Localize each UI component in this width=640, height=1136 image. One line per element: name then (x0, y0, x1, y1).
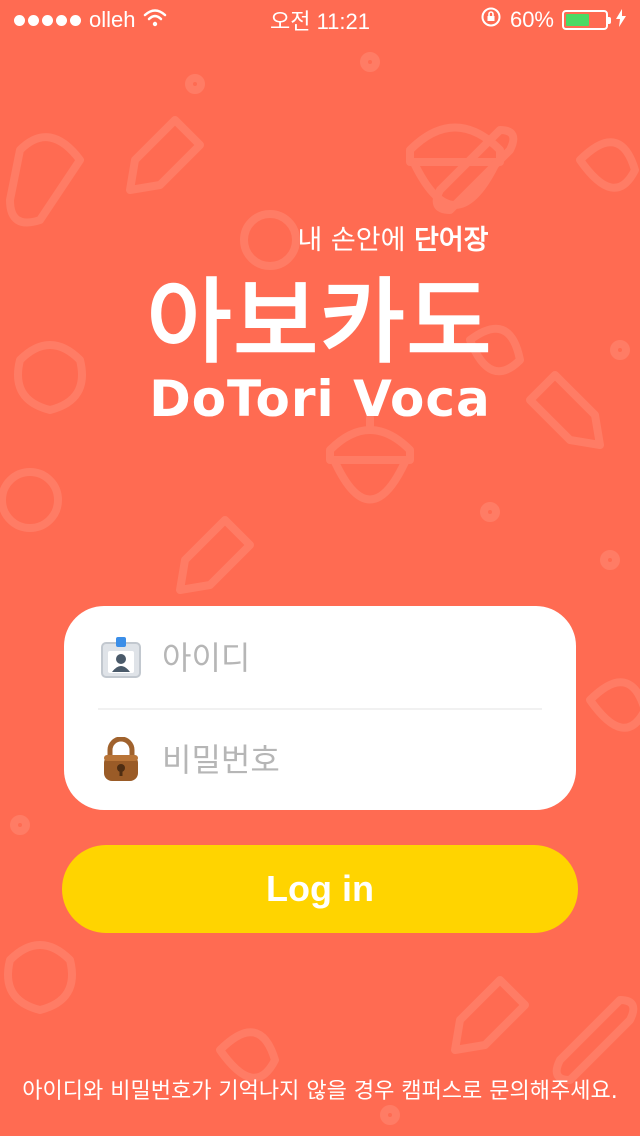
password-field[interactable] (64, 710, 576, 810)
status-bar: olleh 오전 11:21 60% (0, 0, 640, 40)
rotation-lock-icon (480, 6, 502, 34)
background-pattern (0, 0, 640, 1136)
help-text: 아이디와 비밀번호가 기억나지 않을 경우 캠퍼스로 문의해주세요. (22, 1079, 618, 1104)
carrier-label: olleh (89, 7, 136, 32)
password-input[interactable] (162, 741, 482, 779)
signal-strength-icon (14, 14, 81, 26)
battery-percent: 60% (509, 7, 554, 32)
wifi-icon (143, 7, 167, 33)
padlock-icon (100, 736, 142, 783)
app-title-english: DoTori Voca (149, 370, 491, 428)
login-button[interactable]: Log in (62, 845, 578, 933)
charging-icon (616, 7, 626, 33)
acorn-icon (406, 123, 504, 209)
id-card-icon (100, 635, 142, 681)
battery-icon (562, 10, 611, 30)
login-form (64, 606, 576, 810)
status-time: 오전 11:21 (269, 9, 370, 34)
acorn-icon (326, 414, 414, 504)
id-field[interactable] (64, 608, 576, 708)
id-input[interactable] (162, 639, 482, 677)
app-title-korean: 아보카도 (146, 269, 494, 376)
